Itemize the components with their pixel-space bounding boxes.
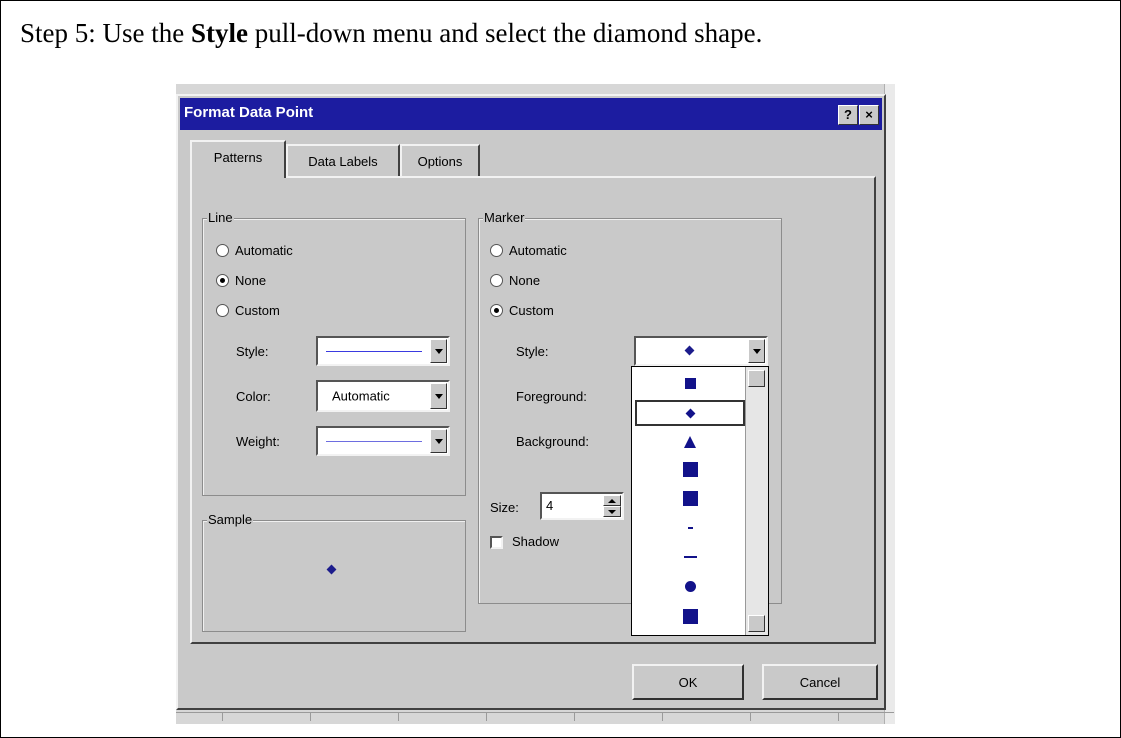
- marker-style-dropdown-list[interactable]: [631, 366, 769, 636]
- size-spinner[interactable]: 4: [540, 492, 624, 520]
- marker-none-label: None: [509, 272, 541, 288]
- marker-option-square-large[interactable]: [635, 603, 745, 629]
- marker-custom-label: Custom: [509, 302, 554, 318]
- size-spinner-buttons[interactable]: [603, 495, 621, 517]
- marker-style-label: Style:: [516, 344, 549, 359]
- ok-button[interactable]: OK: [632, 664, 744, 700]
- radio-checked-icon: [216, 273, 229, 287]
- line-style-label: Style:: [236, 344, 269, 359]
- square-icon: [684, 377, 696, 389]
- shadow-checkbox[interactable]: [490, 536, 503, 549]
- caption-prefix: Step 5: Use the: [20, 18, 191, 48]
- chevron-down-icon[interactable]: [430, 429, 447, 453]
- shadow-label: Shadow: [512, 534, 559, 549]
- background-label: Background:: [516, 434, 589, 449]
- sample-group: Sample: [202, 512, 466, 632]
- size-label: Size:: [490, 500, 519, 515]
- spreadsheet-gridline: [176, 712, 894, 721]
- line-automatic-label: Automatic: [235, 242, 293, 258]
- scroll-down-icon[interactable]: [748, 615, 765, 632]
- tab-options[interactable]: Options: [400, 144, 480, 178]
- help-button[interactable]: ?: [838, 105, 858, 125]
- square-icon: [682, 490, 698, 506]
- marker-option-short-dash[interactable]: [635, 515, 745, 541]
- line-group-legend: Line: [207, 210, 234, 225]
- marker-style-select[interactable]: [634, 336, 768, 366]
- line-style-select[interactable]: [316, 336, 450, 366]
- square-icon: [682, 461, 698, 477]
- square-icon: [682, 608, 698, 624]
- cancel-button[interactable]: Cancel: [762, 664, 878, 700]
- dash-icon: [683, 556, 697, 558]
- sample-group-legend: Sample: [207, 512, 254, 527]
- radio-icon: [490, 273, 503, 287]
- tab-patterns[interactable]: Patterns: [190, 140, 286, 178]
- scroll-up-icon[interactable]: [748, 370, 765, 387]
- radio-icon: [216, 303, 229, 317]
- diamond-icon: [684, 345, 695, 356]
- marker-automatic-label: Automatic: [509, 242, 567, 258]
- diamond-icon: [685, 408, 695, 418]
- foreground-label: Foreground:: [516, 389, 587, 404]
- short-dash-icon: [687, 527, 693, 529]
- triangle-icon: [684, 436, 696, 448]
- line-weight-preview: [326, 441, 422, 442]
- radio-icon: [490, 243, 503, 257]
- dialog-title: Format Data Point: [184, 104, 314, 121]
- marker-group-legend: Marker: [483, 210, 526, 225]
- line-weight-select[interactable]: [316, 426, 450, 456]
- line-color-label: Color:: [236, 389, 271, 404]
- marker-option-circle[interactable]: [635, 573, 745, 599]
- marker-option-dash[interactable]: [635, 544, 745, 570]
- close-button[interactable]: ×: [859, 105, 879, 125]
- spin-up-icon[interactable]: [603, 495, 621, 506]
- line-none-radio[interactable]: None: [216, 272, 266, 288]
- chevron-down-icon[interactable]: [430, 339, 447, 363]
- line-custom-label: Custom: [235, 302, 280, 318]
- line-color-value: Automatic: [332, 388, 390, 404]
- circle-icon: [684, 580, 696, 592]
- marker-option-diamond[interactable]: [635, 400, 745, 426]
- line-style-preview: [326, 351, 422, 352]
- dialog-titlebar[interactable]: Format Data Point ? ×: [180, 98, 882, 130]
- format-data-point-dialog: Format Data Point ? × Patterns Data Labe…: [176, 94, 886, 710]
- marker-option-square-large[interactable]: [635, 456, 745, 482]
- marker-option-square[interactable]: [635, 370, 745, 396]
- marker-automatic-radio[interactable]: Automatic: [490, 242, 567, 258]
- marker-custom-radio[interactable]: Custom: [490, 302, 554, 318]
- size-value: 4: [546, 498, 554, 513]
- chevron-down-icon[interactable]: [430, 383, 447, 409]
- marker-option-square-large[interactable]: [635, 485, 745, 511]
- radio-checked-icon: [490, 303, 503, 317]
- caption-bold: Style: [190, 18, 248, 48]
- chevron-down-icon[interactable]: [748, 339, 765, 363]
- spin-down-icon[interactable]: [603, 506, 621, 517]
- marker-none-radio[interactable]: None: [490, 272, 540, 288]
- line-color-select[interactable]: Automatic: [316, 380, 450, 412]
- line-custom-radio[interactable]: Custom: [216, 302, 280, 318]
- caption-suffix: pull-down menu and select the diamond sh…: [247, 18, 763, 48]
- dropdown-scrollbar[interactable]: [745, 367, 768, 635]
- tab-data-labels[interactable]: Data Labels: [286, 144, 400, 178]
- line-none-label: None: [235, 272, 267, 288]
- line-weight-label: Weight:: [236, 434, 280, 449]
- radio-icon: [216, 243, 229, 257]
- marker-option-triangle[interactable]: [635, 429, 745, 455]
- line-automatic-radio[interactable]: Automatic: [216, 242, 293, 258]
- step-caption: Step 5: Use the Style pull-down menu and…: [20, 18, 762, 49]
